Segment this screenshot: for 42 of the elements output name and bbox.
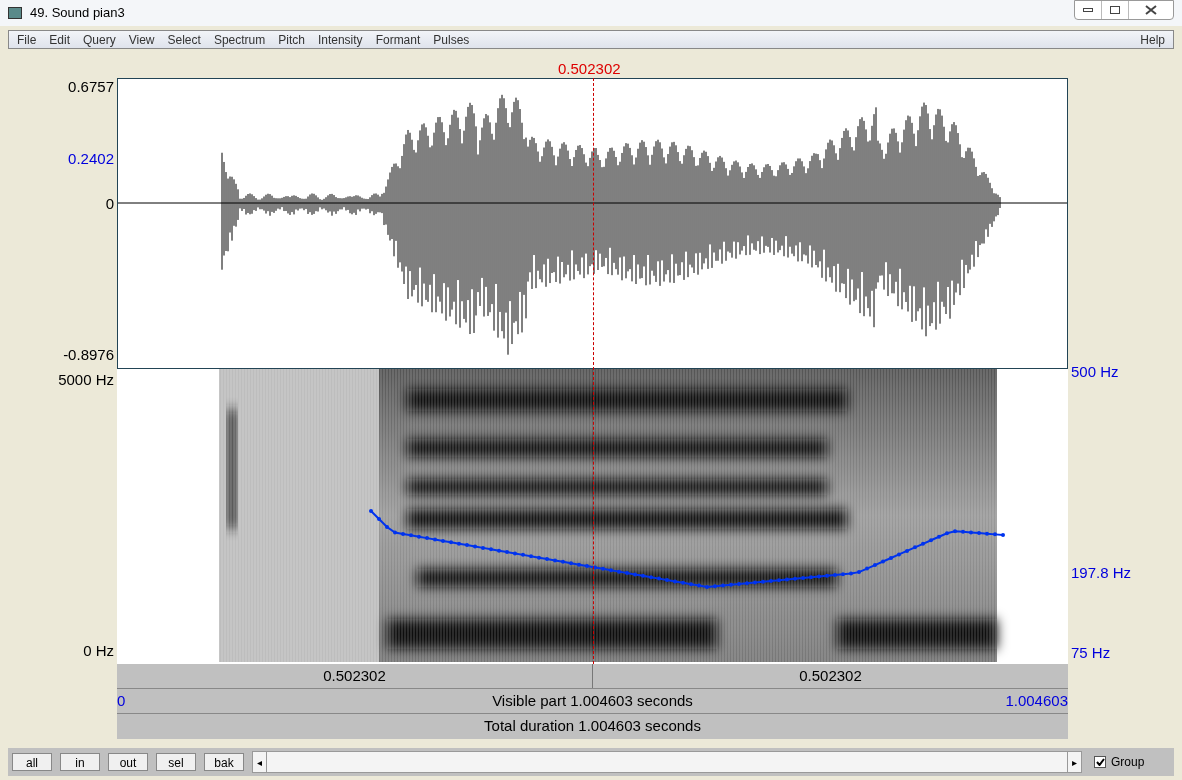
menu-item[interactable]: View xyxy=(128,30,155,49)
menu-item[interactable]: Edit xyxy=(49,30,71,49)
pitch-label: 197.8 Hz xyxy=(1071,563,1133,583)
zoom-button[interactable]: bak xyxy=(204,753,244,771)
amplitude-label: 0 xyxy=(105,195,114,213)
menu-item[interactable]: Formant xyxy=(375,30,421,49)
scroll-left-button[interactable]: ◂ xyxy=(253,752,267,772)
close-icon xyxy=(1145,5,1157,15)
menu-item[interactable]: Pulses xyxy=(433,30,470,49)
amplitude-label: -0.8976 xyxy=(63,346,114,364)
scrollbar[interactable]: ◂ ▸ xyxy=(252,751,1082,773)
app-icon xyxy=(8,7,22,19)
zoom-button[interactable]: sel xyxy=(156,753,196,771)
amplitude-label: 0.2402 xyxy=(68,150,114,168)
check-icon xyxy=(1095,758,1105,766)
group-checkbox[interactable] xyxy=(1094,756,1106,768)
time-segment[interactable]: 0.502302 xyxy=(593,664,1068,688)
menu-item[interactable]: Intensity xyxy=(317,30,363,49)
visible-part-label: Visible part 1.004603 seconds xyxy=(491,690,694,711)
scroll-right-button[interactable]: ▸ xyxy=(1067,752,1081,772)
menu-item[interactable]: Query xyxy=(83,30,116,49)
zoom-button[interactable]: in xyxy=(60,753,100,771)
menu-item[interactable]: Help xyxy=(1140,30,1165,49)
menu-item[interactable]: Spectrum xyxy=(213,30,266,49)
pitch-label: 75 Hz xyxy=(1071,642,1112,663)
zoom-button[interactable]: out xyxy=(108,753,148,771)
visible-part-bar[interactable]: 0 Visible part 1.004603 seconds 1.004603 xyxy=(117,689,1068,714)
cursor-time: 0.502302 xyxy=(558,59,621,79)
frequency-label: 0 Hz xyxy=(83,640,114,661)
pitch-label: 500 Hz xyxy=(1071,361,1120,382)
menu-item[interactable]: File xyxy=(17,30,37,49)
zoom-button[interactable]: all xyxy=(12,753,52,771)
menu-item[interactable]: Select xyxy=(167,30,201,49)
end-time: 1.004603 xyxy=(1004,690,1068,711)
time-segment[interactable]: 0.502302 xyxy=(117,664,593,688)
total-duration-bar[interactable]: Total duration 1.004603 seconds xyxy=(117,714,1068,739)
start-time: 0 xyxy=(117,690,127,711)
group-label: Group xyxy=(1111,754,1145,771)
menu-item[interactable]: Pitch xyxy=(278,30,305,49)
window-title: 49. Sound pian3 xyxy=(30,4,125,23)
frequency-label: 5000 Hz xyxy=(58,370,114,390)
amplitude-label: 0.6757 xyxy=(68,78,114,96)
